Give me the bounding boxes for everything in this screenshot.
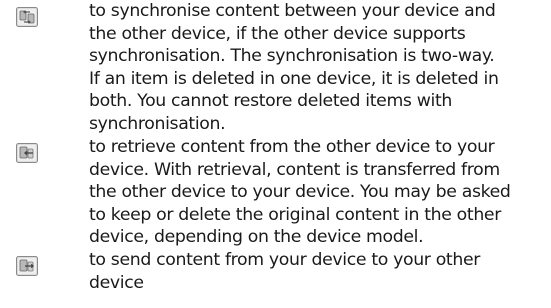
send-icon: [16, 256, 38, 276]
retrieve-description: to retrieve content from the other devic…: [89, 137, 511, 248]
send-description: to send content from your device to your…: [89, 250, 480, 293]
retrieve-icon: [16, 143, 38, 163]
synchronise-description: to synchronise content between your devi…: [89, 1, 499, 134]
synchronise-icon: [16, 7, 38, 27]
